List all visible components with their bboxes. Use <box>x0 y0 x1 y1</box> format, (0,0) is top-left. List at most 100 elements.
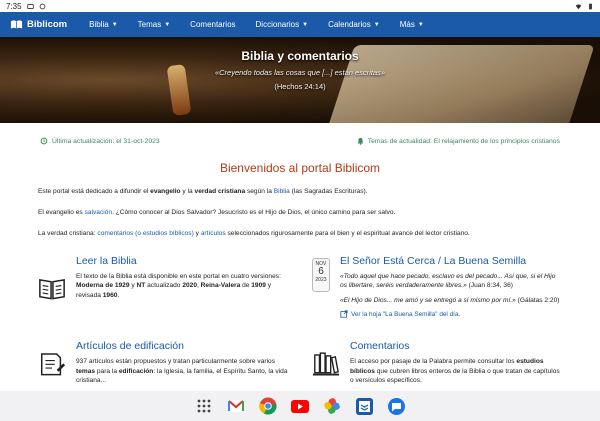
nav-label: Biblia <box>89 20 109 29</box>
card-title[interactable]: Artículos de edificación <box>76 340 288 352</box>
gmail-icon[interactable] <box>227 397 245 415</box>
nav-label: Más <box>399 20 415 29</box>
biblicom-app-icon[interactable] <box>355 397 373 415</box>
brand-name: Biblicom <box>27 19 68 30</box>
text-bold: Moderna de 1929 <box>76 282 130 290</box>
youtube-icon[interactable] <box>291 397 309 415</box>
photos-icon[interactable] <box>323 397 341 415</box>
text-bold: verdad cristiana <box>194 188 246 195</box>
calendar-day: 6 <box>318 265 324 277</box>
nav-label: Comentarios <box>190 20 236 29</box>
topical-link[interactable]: Temas de actualidad: El relajamiento de … <box>357 137 560 145</box>
hero-banner: Biblia y comentarios «Creyendo todas las… <box>0 37 600 123</box>
card-title[interactable]: Leer la Biblia <box>76 255 288 267</box>
sync-icon <box>39 3 45 9</box>
text-bold: 1960 <box>102 291 118 299</box>
books-shelf-icon <box>312 352 340 376</box>
calendar-icon: NOV 6 2023 <box>312 257 330 292</box>
caret-down-icon: ▼ <box>373 21 380 28</box>
text: La verdad cristiana: <box>38 230 98 238</box>
card-title[interactable]: El Señor Está Cerca / La Buena Semilla <box>340 255 562 267</box>
biblia-link[interactable]: Biblia <box>274 188 290 195</box>
nav-mas[interactable]: Más ▼ <box>400 20 424 29</box>
caret-down-icon: ▼ <box>111 21 118 28</box>
quote-text: «Todo aquel que hace pecado, esclavo es … <box>339 272 556 290</box>
card-comentarios: Comentarios El acceso por pasaje de la P… <box>312 340 562 386</box>
intro-paragraph-1: Este portal está dedicado a difundir el … <box>0 187 600 196</box>
chrome-icon[interactable] <box>259 397 277 415</box>
card-title[interactable]: Comentarios <box>350 340 562 352</box>
text: seleccionados rigurosamente para el bien… <box>225 230 470 238</box>
wifi-icon <box>575 3 582 9</box>
nav-calendarios[interactable]: Calendarios ▼ <box>328 20 380 29</box>
text-bold: 2020 <box>182 282 197 290</box>
nav-label: Diccionarios <box>255 20 300 29</box>
text: y la <box>180 188 195 195</box>
text: El evangelio es <box>38 209 85 217</box>
articulos-link[interactable]: artículos <box>201 230 226 237</box>
caret-down-icon: ▼ <box>417 21 424 28</box>
welcome-heading: Bienvenidos al portal Biblicom <box>219 161 381 175</box>
comentarios-link[interactable]: comentarios (o estudios bíblicos) <box>97 230 193 237</box>
hero-title: Biblia y comentarios <box>241 49 359 63</box>
text-bold: edificación <box>118 367 154 375</box>
text: . ¿Cómo conocer al Dios Salvador? Jesucr… <box>112 209 396 217</box>
text-bold: evangelio <box>150 188 181 195</box>
card-quote-2: «El Hijo de Dios... me amó y se entregó … <box>340 296 562 306</box>
nav-biblia[interactable]: Biblia ▼ <box>89 20 118 29</box>
nav-comentarios[interactable]: Comentarios <box>190 20 235 29</box>
feature-grid: Leer la Biblia El texto de la Biblia est… <box>0 255 600 319</box>
buena-semilla-link[interactable]: Ver la hoja "La Buena Semilla" del día. <box>340 310 562 318</box>
text: actualizado <box>145 282 183 290</box>
nav-diccionarios[interactable]: Diccionarios ▼ <box>256 20 309 29</box>
text: El texto de la Biblia está disponible en… <box>76 272 281 280</box>
card-quote-1: «Todo aquel que hace pecado, esclavo es … <box>340 272 562 291</box>
document-edit-icon <box>40 353 66 376</box>
bell-icon <box>357 137 363 145</box>
nav-label: Temas <box>137 20 162 29</box>
apps-grid-icon[interactable] <box>195 397 213 415</box>
status-bar: 7:35 <box>0 0 600 12</box>
card-articulos: Artículos de edificación 937 artículos e… <box>38 340 288 386</box>
brand-logo[interactable]: Biblicom <box>10 19 67 30</box>
quote-ref: (Gálatas 2:20) <box>515 296 560 304</box>
text: 937 artículos están propuestos y tratan … <box>76 358 276 366</box>
info-bar: Última actualización: el 31-oct-2023 Tem… <box>0 123 600 145</box>
open-book-icon <box>10 20 23 29</box>
last-update-text: Última actualización: el 31-oct-2023 <box>52 137 160 145</box>
messages-icon[interactable] <box>387 397 405 415</box>
external-link-icon <box>340 310 348 318</box>
text: de <box>240 282 252 290</box>
card-buena-semilla: NOV 6 2023 El Señor Está Cerca / La Buen… <box>312 255 562 319</box>
text: . <box>117 291 120 299</box>
card-leer-biblia: Leer la Biblia El texto de la Biblia est… <box>38 255 288 319</box>
nav-label: Calendarios <box>328 20 371 29</box>
battery-icon <box>589 3 592 9</box>
text-bold: temas <box>76 367 96 375</box>
last-update: Última actualización: el 31-oct-2023 <box>40 137 160 145</box>
text-bold: NT <box>136 282 146 290</box>
quote-text: «El Hijo de Dios... me amó y se entregó … <box>339 296 516 304</box>
text: que cubren libros enteros de la Biblia o… <box>350 367 560 385</box>
hero-subtitle: «Creyendo todas las cosas que [...] está… <box>214 68 386 77</box>
status-time: 7:35 <box>6 1 22 11</box>
card-text: El texto de la Biblia está disponible en… <box>76 272 288 301</box>
text: y <box>193 230 201 238</box>
text: según la <box>245 188 274 195</box>
card-text: 937 artículos están propuestos y tratan … <box>76 357 288 386</box>
caret-down-icon: ▼ <box>302 21 309 28</box>
text: El acceso por pasaje de la Palabra permi… <box>350 358 517 366</box>
intro-paragraph-2: El evangelio es salvación. ¿Cómo conocer… <box>0 208 600 217</box>
text: para la <box>95 367 119 375</box>
text: Este portal está dedicado a difundir el <box>38 188 151 195</box>
text-bold: 1909 <box>251 282 266 290</box>
caret-down-icon: ▼ <box>164 21 171 28</box>
intro-paragraph-3: La verdad cristiana: comentarios (o estu… <box>0 229 600 238</box>
topical-text: Temas de actualidad: El relajamiento de … <box>367 137 560 145</box>
text-bold: Reina-Valera <box>200 282 241 290</box>
salvacion-link[interactable]: salvación <box>85 209 113 216</box>
hero-reference[interactable]: (Hechos 24:14) <box>0 82 600 91</box>
refresh-icon <box>40 137 48 145</box>
nav-temas[interactable]: Temas ▼ <box>138 20 171 29</box>
top-navbar: Biblicom Biblia ▼ Temas ▼ Comentarios Dicc… <box>0 12 600 37</box>
